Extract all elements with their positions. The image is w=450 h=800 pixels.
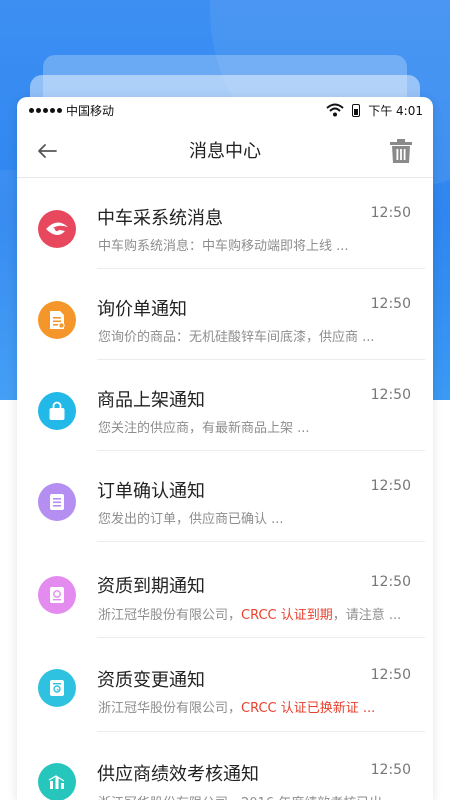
preview-highlight: CRCC 认证到期 bbox=[241, 608, 333, 623]
delete-button[interactable] bbox=[389, 138, 413, 164]
message-item[interactable]: 询价单通知 12:50 您询价的商品：无机硅酸锌车间底漆，供应商 ... bbox=[17, 269, 433, 360]
eye-logo-icon bbox=[46, 222, 68, 236]
message-preview: 您关注的供应商，有最新商品上架 ... bbox=[98, 421, 310, 436]
message-item[interactable]: 商品上架通知 12:50 您关注的供应商，有最新商品上架 ... bbox=[17, 360, 433, 451]
arrow-left-icon bbox=[38, 144, 57, 158]
message-time: 12:50 bbox=[370, 574, 411, 590]
message-title: 资质变更通知 bbox=[97, 670, 205, 691]
message-title: 订单确认通知 bbox=[97, 481, 205, 502]
message-preview: 您发出的订单，供应商已确认 ... bbox=[98, 512, 284, 527]
message-icon-container bbox=[38, 301, 76, 339]
navigation-bar: 消息中心 bbox=[17, 123, 433, 178]
message-icon-container bbox=[38, 763, 76, 800]
preview-company: 浙江冠华股份有限公司， bbox=[98, 701, 242, 716]
message-title: 供应商绩效考核通知 bbox=[97, 764, 259, 785]
carrier-name: 中国移动 bbox=[66, 103, 115, 118]
status-time: 下午 4:01 bbox=[368, 103, 423, 118]
status-bar: 中国移动 下午 4:01 bbox=[17, 97, 433, 123]
message-title: 资质到期通知 bbox=[97, 576, 205, 597]
certificate-icon bbox=[50, 587, 64, 603]
trash-icon bbox=[390, 139, 412, 163]
message-time: 12:50 bbox=[370, 478, 411, 494]
message-list: 中车采系统消息 12:50 中车购系统消息：中车购移动端即将上线 ... 询价单… bbox=[17, 178, 433, 800]
certificate-change-icon bbox=[50, 680, 64, 696]
message-time: 12:50 bbox=[370, 296, 411, 312]
message-preview: 浙江冠华股份有限公司，2016 年度绩效考核已出 bbox=[98, 792, 382, 800]
message-title: 询价单通知 bbox=[97, 299, 187, 320]
message-item[interactable]: 供应商绩效考核通知 12:50 浙江冠华股份有限公司，2016 年度绩效考核已出 bbox=[17, 732, 433, 800]
page-title: 消息中心 bbox=[189, 141, 261, 162]
message-item[interactable]: 资质到期通知 12:50 浙江冠华股份有限公司，CRCC 认证到期，请注意 ..… bbox=[17, 542, 433, 638]
wifi-icon bbox=[326, 103, 344, 117]
signal-strength-icon bbox=[29, 107, 62, 113]
message-preview: 您询价的商品：无机硅酸锌车间底漆，供应商 ... bbox=[98, 330, 375, 345]
message-icon-container bbox=[38, 576, 76, 614]
message-preview: 中车购系统消息：中车购移动端即将上线 ... bbox=[98, 239, 349, 254]
message-time: 12:50 bbox=[370, 667, 411, 683]
message-item[interactable]: 资质变更通知 12:50 浙江冠华股份有限公司，CRCC 认证已换新证 ... bbox=[17, 638, 433, 732]
back-button[interactable] bbox=[35, 139, 59, 163]
message-item[interactable]: 订单确认通知 12:50 您发出的订单，供应商已确认 ... bbox=[17, 451, 433, 542]
phone-screen: 中国移动 下午 4:01 消息中心 中车采系统消息 12:50 中车购系统消息：… bbox=[17, 97, 433, 800]
message-time: 12:50 bbox=[370, 205, 411, 221]
order-list-icon bbox=[50, 494, 64, 510]
message-icon-container bbox=[38, 669, 76, 707]
message-preview: 浙江冠华股份有限公司，CRCC 认证到期，请注意 ... bbox=[98, 604, 401, 623]
preview-suffix: ，请注意 ... bbox=[332, 608, 402, 623]
preview-company: 浙江冠华股份有限公司， bbox=[98, 608, 242, 623]
shopping-bag-icon bbox=[49, 401, 65, 420]
message-icon-container bbox=[38, 210, 76, 248]
message-time: 12:50 bbox=[370, 762, 411, 778]
bar-chart-icon bbox=[48, 775, 65, 789]
message-item[interactable]: 中车采系统消息 12:50 中车购系统消息：中车购移动端即将上线 ... bbox=[17, 178, 433, 269]
message-preview: 浙江冠华股份有限公司，CRCC 认证已换新证 ... bbox=[98, 697, 375, 716]
message-title: 中车采系统消息 bbox=[97, 208, 223, 229]
message-icon-container bbox=[38, 483, 76, 521]
battery-icon bbox=[352, 103, 361, 117]
message-title: 商品上架通知 bbox=[97, 390, 205, 411]
message-time: 12:50 bbox=[370, 387, 411, 403]
preview-highlight: CRCC 认证已换新证 ... bbox=[241, 701, 376, 716]
document-edit-icon bbox=[50, 311, 65, 329]
message-icon-container bbox=[38, 392, 76, 430]
